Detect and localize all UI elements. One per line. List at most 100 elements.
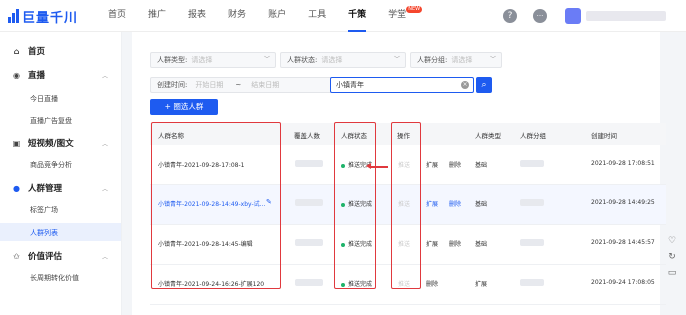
chevron-up-icon: ︿ bbox=[102, 253, 109, 261]
audience-type: 基础 bbox=[475, 162, 488, 169]
sidebar-live-label: 直播 bbox=[28, 71, 46, 81]
nav-qiance[interactable]: 千策 bbox=[348, 0, 367, 32]
sidebar-group-video[interactable]: ▣ 短视频/图文 ︿ bbox=[12, 136, 108, 150]
group-redacted bbox=[520, 160, 544, 167]
group-redacted bbox=[520, 239, 544, 246]
sidebar-group-value[interactable]: ✩ 价值评估 ︿ bbox=[12, 249, 108, 263]
nav-academy[interactable]: 学堂 NEW bbox=[388, 0, 423, 32]
end-date-placeholder: 结束日期 bbox=[251, 81, 280, 89]
push-action[interactable]: 推送 bbox=[398, 239, 410, 248]
push-action[interactable]: 推送 bbox=[398, 199, 410, 208]
logo-icon bbox=[8, 9, 19, 23]
coverage-redacted bbox=[295, 279, 323, 286]
video-icon: ▣ bbox=[12, 138, 21, 148]
push-action[interactable]: 推送 bbox=[398, 160, 410, 169]
group-redacted bbox=[520, 279, 544, 286]
nav-tools[interactable]: 工具 bbox=[308, 0, 326, 32]
nav-account[interactable]: 账户 bbox=[268, 0, 286, 32]
expand-action[interactable]: 扩展 bbox=[426, 160, 438, 169]
nav-home[interactable]: 首页 bbox=[108, 0, 126, 32]
audience-search-input[interactable]: 小镇青年 × bbox=[330, 77, 474, 93]
top-navigation-bar: 巨量千川 首页 推广 报表 财务 账户 工具 千策 学堂 NEW ? ··· bbox=[0, 0, 686, 32]
expand-action[interactable]: 扩展 bbox=[475, 279, 487, 288]
audience-group-select[interactable]: 人群分组: 请选择 ﹀ bbox=[410, 52, 502, 68]
sidebar-group-audience[interactable]: ● 人群管理 ︿ bbox=[12, 181, 108, 195]
user-icon: ● bbox=[13, 183, 20, 193]
chevron-up-icon: ︿ bbox=[102, 185, 109, 193]
delete-action[interactable]: 删除 bbox=[449, 239, 461, 248]
clear-icon[interactable]: × bbox=[461, 81, 469, 89]
chevron-down-icon: ﹀ bbox=[263, 56, 270, 63]
message-icon[interactable]: ▭ bbox=[665, 268, 679, 284]
expand-action[interactable]: 扩展 bbox=[426, 199, 438, 208]
push-action[interactable]: 推送 bbox=[398, 279, 410, 288]
sidebar-item-long-term-value[interactable]: 长周期转化价值 bbox=[30, 273, 79, 283]
column-header-create-time[interactable]: 创建时间 bbox=[591, 130, 617, 140]
coverage-redacted bbox=[295, 160, 323, 167]
edit-icon[interactable]: ✎ bbox=[266, 198, 272, 206]
sidebar-item-audience-list-label: 人群列表 bbox=[30, 229, 58, 237]
column-header-status: 人群状态 bbox=[341, 132, 367, 140]
status-badge: 推送完成 bbox=[341, 239, 372, 248]
help-icon[interactable]: ? bbox=[503, 9, 517, 23]
delete-action[interactable]: 删除 bbox=[449, 199, 461, 208]
sidebar-item-product-competition[interactable]: 商品竞争分析 bbox=[30, 160, 72, 170]
audience-status-label: 人群状态: bbox=[287, 56, 318, 64]
delete-action[interactable]: 删除 bbox=[426, 279, 438, 288]
sidebar-item-home[interactable]: ⌂ 首页 bbox=[12, 44, 45, 58]
audience-name[interactable]: 小镇青年-2021-09-28-17:08-1 bbox=[158, 160, 244, 169]
create-time: 2021-09-28 14:45:57 bbox=[591, 239, 655, 246]
group-redacted bbox=[520, 199, 544, 206]
nav-promotion[interactable]: 推广 bbox=[148, 0, 166, 32]
more-icon[interactable]: ··· bbox=[533, 9, 547, 23]
delete-action[interactable]: 删除 bbox=[449, 160, 461, 169]
home-icon: ⌂ bbox=[13, 46, 20, 56]
create-time-label: 创建时间: bbox=[157, 81, 188, 89]
audience-type: 基础 bbox=[475, 241, 488, 248]
audience-status-select[interactable]: 人群状态: 请选择 ﹀ bbox=[280, 52, 406, 68]
floating-toolbar: ♡ ↻ ▭ bbox=[665, 236, 679, 284]
sidebar-item-today-live[interactable]: 今日直播 bbox=[30, 94, 58, 104]
search-value: 小镇青年 bbox=[336, 81, 364, 89]
avatar[interactable] bbox=[565, 8, 581, 24]
sidebar-item-audience-list[interactable]: 人群列表 bbox=[0, 223, 121, 241]
main-nav: 首页 推广 报表 财务 账户 工具 千策 学堂 NEW bbox=[108, 0, 428, 32]
audience-status-placeholder: 请选择 bbox=[321, 56, 343, 64]
search-icon: ⌕ bbox=[481, 80, 487, 90]
column-header-group: 人群分组 bbox=[520, 132, 546, 140]
live-icon: ◉ bbox=[13, 70, 20, 80]
coverage-redacted bbox=[295, 199, 323, 206]
create-time-range[interactable]: 创建时间: 开始日期 ~ 结束日期 bbox=[150, 77, 336, 93]
status-badge: 推送完成 bbox=[341, 199, 372, 208]
column-header-actions: 操作 bbox=[397, 132, 410, 140]
new-badge: NEW bbox=[406, 6, 423, 13]
brand-name: 巨量千川 bbox=[22, 10, 79, 26]
audience-name[interactable]: 小镇青年-2021-09-24-16:26-扩展120 bbox=[158, 279, 264, 288]
audience-name[interactable]: 小镇青年-2021-09-28-14:45-编辑 bbox=[158, 239, 253, 248]
column-header-name: 人群名称 bbox=[158, 132, 184, 140]
search-button[interactable]: ⌕ bbox=[476, 77, 492, 93]
brand-logo[interactable]: 巨量千川 bbox=[8, 7, 79, 26]
sidebar-video-label: 短视频/图文 bbox=[28, 139, 74, 149]
audience-name[interactable]: 小镇青年-2021-09-28-14:49-xby-试… bbox=[158, 199, 266, 208]
audience-type-select[interactable]: 人群类型: 请选择 ﹀ bbox=[150, 52, 276, 68]
favorite-icon[interactable]: ♡ bbox=[665, 236, 679, 252]
chevron-up-icon: ︿ bbox=[102, 140, 109, 148]
expand-action[interactable]: 扩展 bbox=[426, 239, 438, 248]
nav-finance[interactable]: 财务 bbox=[228, 0, 246, 32]
start-date-placeholder: 开始日期 bbox=[195, 81, 224, 89]
nav-reports[interactable]: 报表 bbox=[188, 0, 206, 32]
coverage-redacted bbox=[295, 239, 323, 246]
sidebar-group-live[interactable]: ◉ 直播 ︿ bbox=[12, 68, 108, 82]
sidebar-item-tag-square[interactable]: 标签广场 bbox=[30, 205, 58, 215]
chevron-up-icon: ︿ bbox=[102, 72, 109, 80]
refresh-icon[interactable]: ↻ bbox=[665, 252, 679, 268]
add-audience-button[interactable]: + 圈选人群 bbox=[150, 99, 218, 115]
column-header-coverage[interactable]: 覆盖人数 bbox=[294, 130, 320, 140]
username-redacted[interactable] bbox=[586, 11, 666, 21]
column-header-type: 人群类型 bbox=[475, 132, 501, 140]
sidebar-item-live-review[interactable]: 直播广告复盘 bbox=[30, 116, 72, 126]
status-badge: 推送完成 bbox=[341, 279, 372, 288]
date-separator: ~ bbox=[235, 81, 242, 89]
chevron-down-icon: ﹀ bbox=[393, 56, 400, 63]
